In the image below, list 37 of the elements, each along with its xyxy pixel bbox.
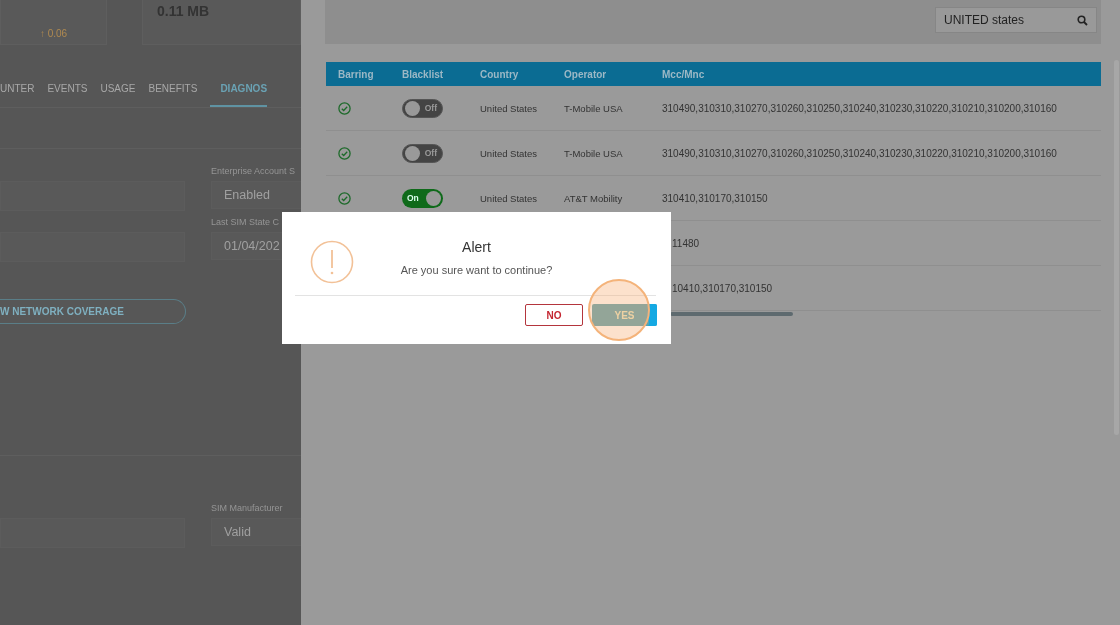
tab[interactable]: DIAGNOS [210,81,268,107]
network-coverage-button[interactable]: W NETWORK COVERAGE [0,299,186,324]
input-field[interactable]: Enabled [211,181,301,209]
dialog-title: Alert [461,239,492,255]
table-cell: 10410,310170,310150 [672,282,773,294]
column-header: Country [480,68,520,80]
confirm-button[interactable]: YES [592,304,657,326]
toggle-switch[interactable]: Off [402,98,443,118]
tab[interactable]: UNTER [0,81,35,107]
column-header: Barring [337,68,375,80]
tab[interactable]: BENEFITS [148,81,198,107]
table-cell: 11480 [672,237,700,249]
table-cell: T-Mobile USA [564,147,623,159]
toggle-switch[interactable]: On [402,188,443,208]
dialog-message: Are you sure want to continue? [399,264,554,276]
toggle-switch[interactable]: Off [402,143,443,163]
input-field[interactable]: Valid [211,518,301,546]
exclamation-circle-icon [310,240,354,284]
tab[interactable]: USAGE [100,81,136,107]
column-header: Blacklist [402,68,445,80]
table-cell: United States [480,147,538,159]
column-header: Operator [564,68,608,80]
table-cell: United States [480,102,538,114]
column-header: Mcc/Mnc [662,68,706,80]
table-cell: United States [480,192,538,204]
cancel-button[interactable]: NO [525,304,583,326]
table-cell: AT&T Mobility [564,192,623,204]
field-label: SIM Manufacturer [211,503,284,513]
stat-value: ↑ 0.06 [39,28,68,39]
search-field[interactable]: UNITED states [935,7,1097,33]
table-cell: T-Mobile USA [564,102,623,114]
table-cell: 310490,310310,310270,310260,310250,310240,310230,310220,310210,310200,310160 [662,102,1057,114]
search-icon[interactable] [1077,14,1088,26]
tab[interactable]: EVENTS [47,81,88,107]
table-cell: 310490,310310,310270,310260,310250,310240,310230,310220,310210,310200,310160 [662,147,1057,159]
table-cell: 310410,310170,310150 [662,192,768,204]
scrollbar-thumb[interactable] [670,312,793,316]
